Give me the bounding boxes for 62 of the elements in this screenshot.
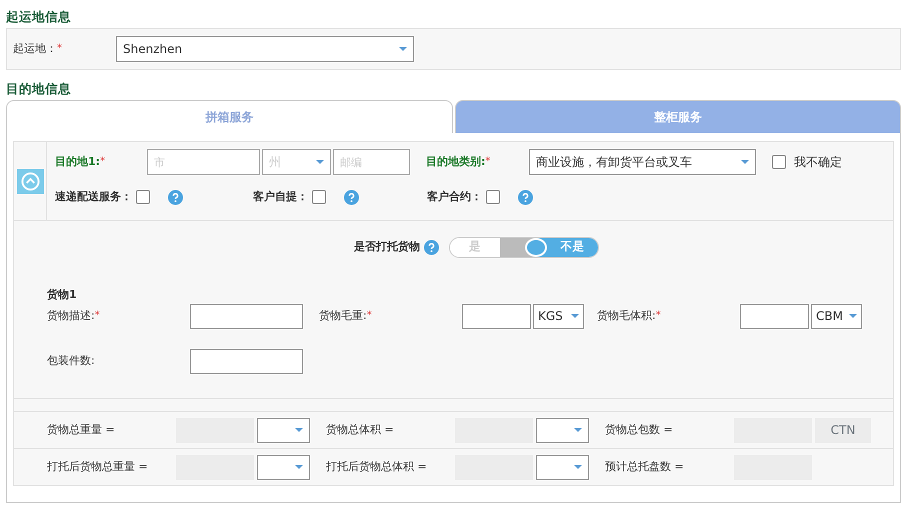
caret-icon — [295, 465, 303, 469]
field-label: 打托后货物总体积 = — [326, 458, 427, 475]
toggle-knob — [525, 238, 547, 256]
input-field[interactable] — [190, 304, 303, 328]
field-label: 预计总托盘数 = — [605, 458, 684, 475]
unit-dropdown[interactable] — [257, 454, 310, 480]
origin-dropdown[interactable]: Shenzhen — [116, 36, 414, 62]
collapse-button[interactable] — [16, 168, 44, 194]
checkbox[interactable] — [312, 190, 326, 204]
field-label: 客户合约： — [427, 188, 482, 205]
caret-icon — [571, 314, 579, 318]
help-icon[interactable] — [518, 190, 533, 204]
field-label: 目的地类别: — [426, 154, 486, 170]
required-marker: * — [485, 154, 490, 169]
help-icon[interactable] — [344, 190, 359, 204]
checkbox[interactable] — [136, 190, 150, 204]
checkbox[interactable] — [772, 155, 786, 169]
field-label: 起运地： — [13, 40, 57, 57]
unit-dropdown[interactable] — [536, 418, 589, 442]
field-label: 货物总包数 = — [605, 422, 673, 438]
tab[interactable]: 拼箱服务 — [6, 100, 452, 133]
cargo-title: 货物1 — [47, 287, 78, 303]
field-label: 货物毛重: — [319, 308, 367, 324]
field-label: 目的地1: — [55, 154, 100, 170]
destination-type-dropdown[interactable]: 商业设施，有卸货平台或叉车 — [529, 149, 756, 175]
caret-icon — [316, 160, 324, 164]
required-marker: * — [94, 308, 100, 323]
caret-icon — [295, 428, 303, 432]
toggle-option[interactable]: 不是 — [547, 238, 598, 256]
caret-icon — [399, 47, 407, 51]
section-heading: 目的地信息 — [6, 80, 72, 98]
section-heading: 起运地信息 — [6, 8, 72, 26]
unit-dropdown[interactable]: CBM — [811, 304, 862, 328]
caret-icon — [574, 428, 582, 432]
field-label: 速递配送服务： — [55, 188, 132, 205]
help-icon[interactable] — [424, 240, 439, 254]
help-icon[interactable] — [168, 190, 183, 204]
input-field[interactable] — [190, 348, 303, 374]
tab[interactable]: 整柜服务 — [454, 100, 901, 133]
field-label: 客户自提： — [253, 188, 308, 205]
required-marker: * — [100, 154, 106, 169]
field-label: 货物毛体积: — [597, 308, 656, 324]
checkbox[interactable] — [486, 190, 500, 204]
field-label: 货物总体积 = — [326, 422, 394, 438]
unit-dropdown[interactable] — [536, 454, 589, 480]
field-label: 货物总重量 = — [47, 422, 115, 438]
caret-icon — [574, 465, 582, 469]
unit-field: CTN — [815, 418, 871, 442]
unit-dropdown[interactable]: KGS — [533, 304, 584, 328]
field-label: 货物描述: — [47, 308, 95, 324]
field-label: 打托后货物总重量 = — [47, 458, 148, 475]
field-label: 是否打托货物 — [354, 238, 420, 255]
input-field[interactable] — [462, 304, 531, 328]
caret-icon — [849, 314, 857, 318]
required-marker: * — [366, 308, 372, 323]
field-label: 包装件数: — [47, 352, 95, 369]
caret-icon — [741, 160, 749, 164]
required-marker: * — [57, 42, 62, 56]
unit-dropdown[interactable] — [257, 418, 310, 442]
checkbox-label: 我不确定 — [794, 154, 842, 171]
input-field[interactable] — [740, 304, 809, 328]
required-marker: * — [656, 308, 661, 323]
